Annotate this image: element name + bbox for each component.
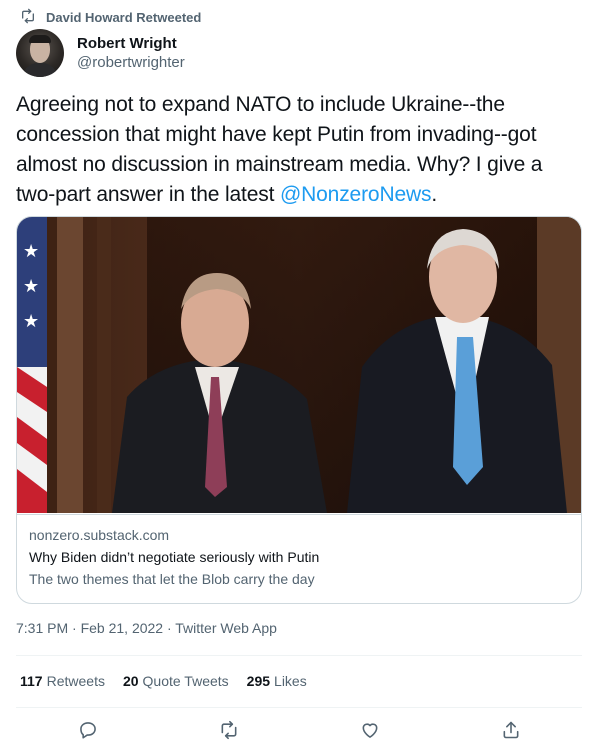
retweet-icon <box>20 8 36 27</box>
retweets-stat[interactable]: 117 Retweets <box>20 673 105 693</box>
retweet-button[interactable] <box>217 720 241 744</box>
author-display-name[interactable]: Robert Wright <box>77 35 185 52</box>
mention-link[interactable]: @NonzeroNews <box>280 183 432 206</box>
reply-icon <box>78 720 98 745</box>
card-description: The two themes that let the Blob carry t… <box>29 571 315 587</box>
card-domain: nonzero.substack.com <box>29 527 170 543</box>
reply-button[interactable] <box>76 720 100 744</box>
divider <box>16 655 582 656</box>
like-icon <box>360 720 380 745</box>
avatar[interactable] <box>16 29 64 77</box>
tweet[interactable]: David Howard Retweeted Robert Wright @ro… <box>0 0 598 755</box>
svg-text:★: ★ <box>23 276 39 297</box>
retweets-count: 117 <box>20 673 43 689</box>
action-bar <box>0 718 598 748</box>
timestamp[interactable]: 7:31 PM · Feb 21, 2022 · Twitter Web App <box>16 620 277 636</box>
svg-text:★: ★ <box>23 311 39 332</box>
tweet-text-end: . <box>431 183 438 206</box>
quote-tweets-count: 20 <box>122 673 139 689</box>
card-meta[interactable]: nonzero.substack.com Why Biden didn’t ne… <box>17 514 581 603</box>
likes-count: 295 <box>246 673 271 689</box>
author-handle[interactable]: @robertwrighter <box>77 54 185 71</box>
link-card[interactable]: ★ ★ ★ nonzero.substack.com Why Biden did… <box>16 216 582 604</box>
tweet-text: Agreeing not to expand NATO to include U… <box>16 90 582 210</box>
svg-text:★: ★ <box>23 241 39 262</box>
quote-tweets-stat[interactable]: 20 Quote Tweets <box>123 673 229 693</box>
card-title: Why Biden didn’t negotiate seriously wit… <box>29 549 320 565</box>
divider <box>16 707 582 708</box>
likes-stat[interactable]: 295 Likes <box>247 673 307 693</box>
author: Robert Wright @robertwrighter <box>16 28 185 78</box>
retweet-icon <box>219 720 239 745</box>
social-context: David Howard Retweeted <box>20 8 201 26</box>
likes-label: Likes <box>274 673 307 689</box>
share-icon <box>501 720 521 745</box>
quote-tweets-label: Quote Tweets <box>142 673 229 689</box>
like-button[interactable] <box>358 720 382 744</box>
retweets-label: Retweets <box>46 673 105 689</box>
card-image[interactable]: ★ ★ ★ <box>17 217 581 513</box>
engagement-stats: 117 Retweets 20 Quote Tweets 295 Likes <box>20 673 307 693</box>
retweeted-by-text[interactable]: David Howard Retweeted <box>46 10 201 25</box>
share-button[interactable] <box>499 720 523 744</box>
